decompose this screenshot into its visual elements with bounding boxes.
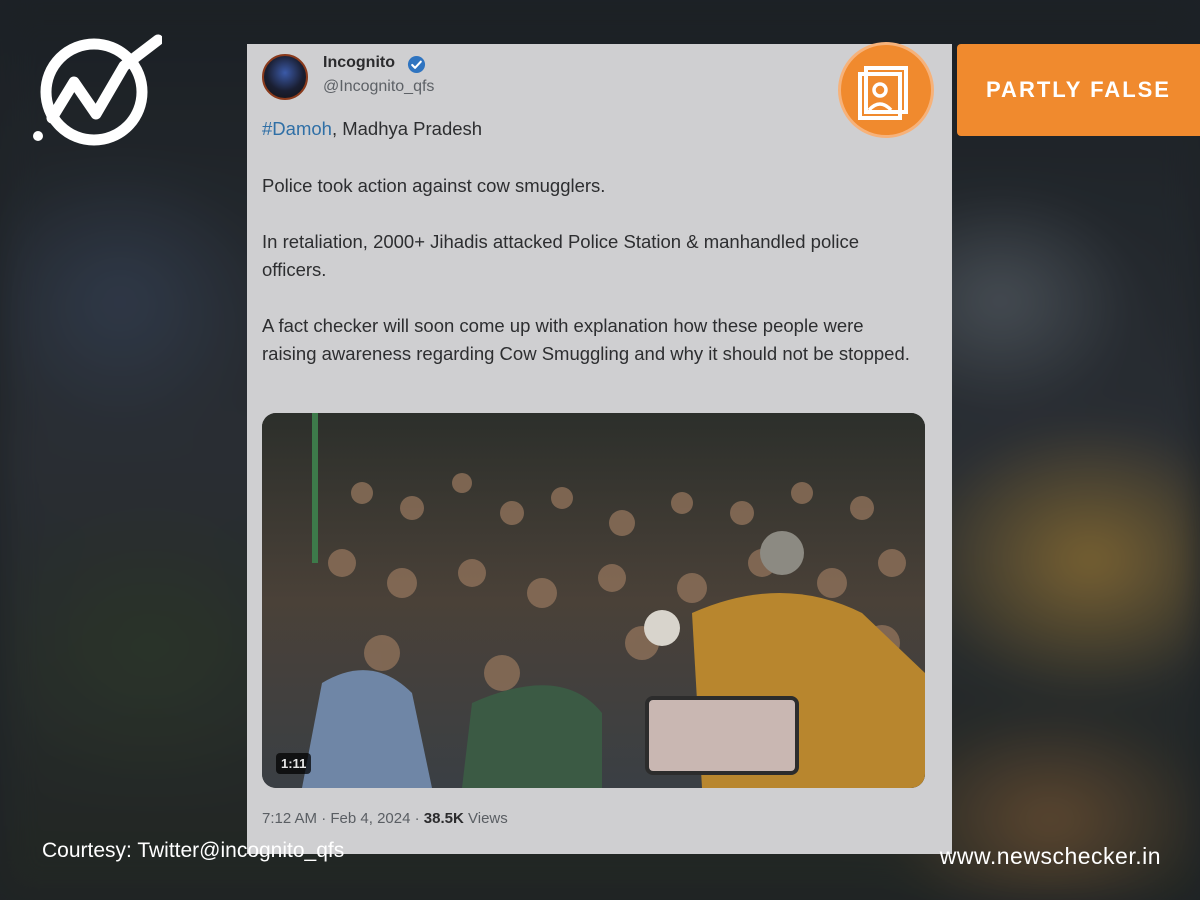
tweet-card: Incognito @Incognito_qfs #Damoh, Madhya …: [247, 44, 952, 854]
tweet-paragraph-1: Police took action against cow smugglers…: [262, 175, 606, 196]
tweet-location: #Damoh, Madhya Pradesh: [262, 115, 922, 143]
location-text: , Madhya Pradesh: [331, 118, 483, 139]
views-count: 38.5K: [423, 810, 464, 827]
hashtag-link[interactable]: #Damoh: [262, 118, 332, 139]
tweet-date[interactable]: Feb 4, 2024: [330, 810, 410, 827]
meta-separator: ·: [414, 810, 424, 827]
tweet-time[interactable]: 7:12 AM: [262, 810, 317, 827]
video-duration: 1:11: [276, 753, 312, 774]
avatar[interactable]: [262, 54, 308, 100]
site-url[interactable]: www.newschecker.in: [940, 843, 1161, 870]
views-label: Views: [468, 810, 508, 827]
newschecker-logo-icon: [33, 34, 162, 146]
tweet-paragraph-3: A fact checker will soon come up with ex…: [262, 315, 910, 364]
verdict-text: PARTLY FALSE: [986, 77, 1171, 102]
crowd-video-thumbnail: [262, 413, 925, 788]
profile-card-badge: [838, 42, 934, 138]
tweet-video[interactable]: 1:11: [262, 413, 925, 788]
author-name[interactable]: Incognito: [323, 54, 395, 72]
meta-separator: ·: [321, 810, 331, 827]
author-handle[interactable]: @Incognito_qfs: [323, 78, 434, 96]
courtesy-text: Courtesy: Twitter@incognito_qfs: [42, 839, 345, 862]
tweet-meta: 7:12 AM · Feb 4, 2024 · 38.5K Views: [262, 810, 508, 827]
profile-card-icon: [858, 66, 908, 120]
verdict-label: PARTLY FALSE: [957, 44, 1200, 136]
verified-badge-icon: [407, 55, 426, 74]
tweet-paragraph-2: In retaliation, 2000+ Jihadis attacked P…: [262, 231, 860, 280]
